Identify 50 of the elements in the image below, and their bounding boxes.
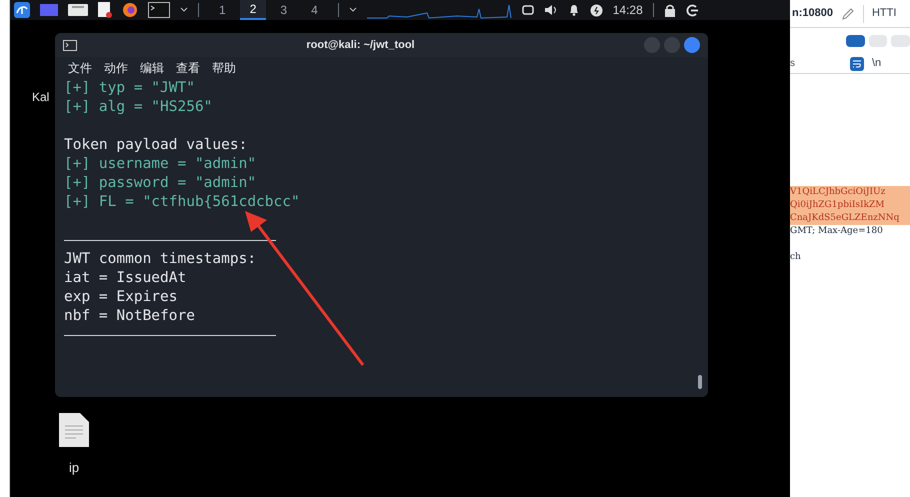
- terminal-line: [+] password = "admin": [64, 174, 258, 193]
- logout-icon[interactable]: [686, 4, 699, 16]
- view-toggle-button[interactable]: [868, 35, 888, 47]
- response-line: GMT; Max-Age=180: [790, 225, 884, 238]
- response-line: ch: [790, 251, 802, 264]
- terminal-line: [+] typ = "JWT": [64, 79, 196, 98]
- view-toggle-button[interactable]: [891, 35, 910, 47]
- terminal-line: iat = IssuedAt: [64, 269, 188, 288]
- menu-item[interactable]: 帮助: [212, 59, 236, 77]
- clock[interactable]: 14:28: [612, 1, 643, 19]
- view-toggle-button[interactable]: [846, 35, 865, 47]
- document-icon[interactable]: [98, 2, 112, 18]
- section-label: s: [790, 57, 796, 71]
- terminal-line: exp = Expires: [64, 288, 178, 307]
- terminal-icon: [63, 40, 77, 50]
- desktop-label: Kal: [32, 89, 50, 106]
- window-title: root@kali: ~/jwt_tool: [305, 38, 416, 53]
- document-icon: [58, 412, 90, 448]
- chevron-down-icon[interactable]: [348, 7, 357, 13]
- workspace-tab[interactable]: 1: [209, 0, 236, 20]
- scrollbar-thumb[interactable]: [698, 375, 702, 389]
- terminal-line: nbf = NotBefore: [64, 307, 196, 326]
- display-icon[interactable]: [522, 5, 534, 15]
- newline-toggle[interactable]: \n: [872, 55, 882, 72]
- tab[interactable]: HTTI: [872, 5, 896, 22]
- terminal-line: [+] username = "admin": [64, 155, 258, 174]
- workspace-tab[interactable]: 3: [270, 0, 298, 20]
- menu-item[interactable]: 动作: [104, 59, 128, 77]
- terminal-line: [+] alg = "HS256": [64, 98, 214, 117]
- terminal-line: Token payload values:: [64, 136, 248, 155]
- workspace-tab[interactable]: 2: [240, 0, 266, 20]
- power-icon[interactable]: [590, 4, 603, 16]
- speaker-icon[interactable]: [544, 4, 558, 16]
- menu-item[interactable]: 查看: [176, 59, 200, 77]
- workspace-tab[interactable]: 4: [301, 0, 328, 20]
- bell-icon[interactable]: [568, 4, 580, 16]
- pencil-icon[interactable]: [840, 6, 855, 20]
- terminal-icon[interactable]: [148, 2, 170, 18]
- close-button[interactable]: [684, 37, 700, 53]
- file-icon-item[interactable]: ip: [58, 412, 90, 478]
- address-text[interactable]: n:10800: [792, 5, 833, 22]
- terminal-line: [+] FL = "ctfhub{561cdcbcc": [64, 193, 301, 212]
- browser-icon[interactable]: [122, 2, 138, 18]
- menu-item[interactable]: 编辑: [140, 59, 164, 77]
- menu-item[interactable]: 文件: [68, 59, 92, 77]
- terminal-line: JWT common timestamps:: [64, 250, 258, 269]
- chevron-down-icon[interactable]: [180, 7, 188, 13]
- file-label: ip: [68, 459, 80, 477]
- lock-icon[interactable]: [664, 4, 676, 16]
- wrap-icon[interactable]: [850, 56, 864, 70]
